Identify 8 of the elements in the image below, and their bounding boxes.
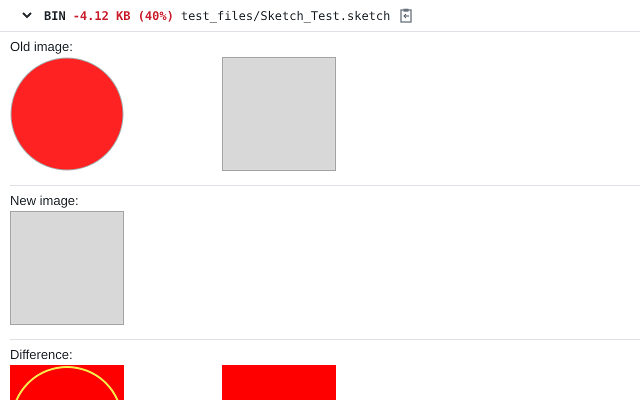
section-label: Old image: (10, 39, 74, 55)
clipboard-icon[interactable] (400, 8, 412, 23)
size-change: -4.12 KB (40%) (72, 8, 174, 22)
section-label: Difference: (10, 347, 74, 363)
file-type: BIN (44, 8, 66, 22)
file-path: test_files/Sketch_Test.sketch (180, 8, 390, 22)
section-label: New image: (10, 193, 80, 209)
chevron-icon[interactable] (22, 12, 32, 19)
